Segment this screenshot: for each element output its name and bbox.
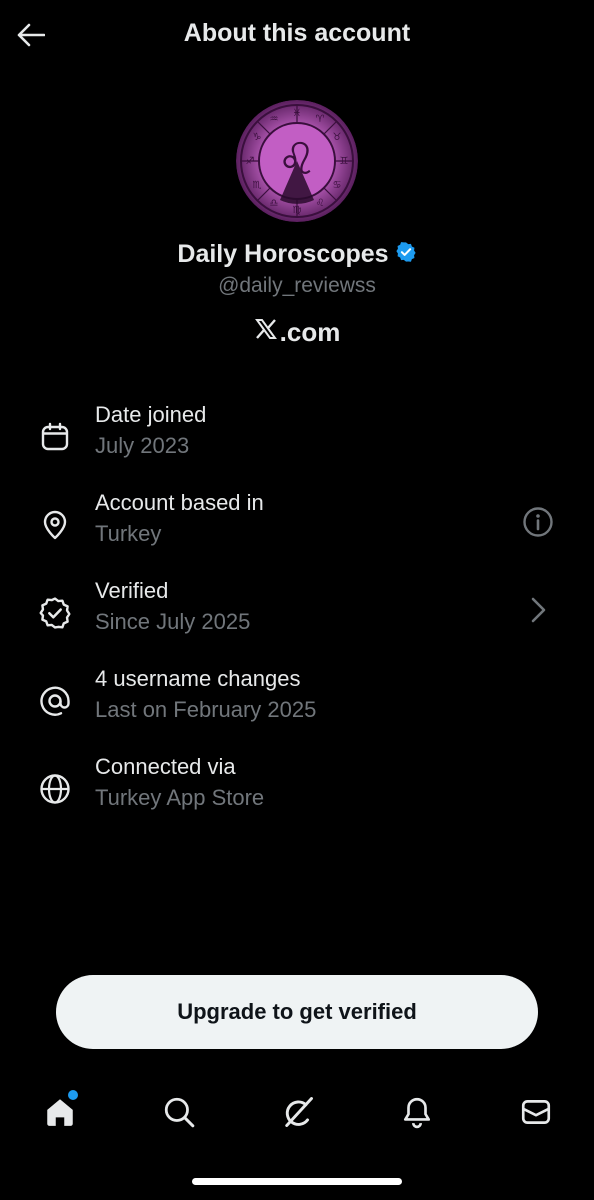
svg-text:♐: ♐ bbox=[246, 156, 255, 167]
notification-dot bbox=[68, 1090, 78, 1100]
verified-badge-icon bbox=[395, 241, 417, 268]
home-icon[interactable] bbox=[36, 1088, 84, 1136]
svg-text:♌: ♌ bbox=[277, 134, 316, 185]
detail-row-date-joined: Date joined July 2023 bbox=[0, 402, 594, 482]
search-icon[interactable] bbox=[155, 1088, 203, 1136]
x-domain: .com bbox=[0, 317, 594, 348]
svg-text:♑: ♑ bbox=[253, 132, 262, 143]
detail-value: Last on February 2025 bbox=[95, 697, 317, 722]
svg-text:♋: ♋ bbox=[333, 180, 342, 191]
svg-text:♒: ♒ bbox=[270, 114, 279, 125]
svg-text:♌: ♌ bbox=[316, 198, 325, 209]
svg-text:♎: ♎ bbox=[270, 198, 279, 209]
globe-icon bbox=[34, 768, 76, 810]
at-sign-icon bbox=[34, 680, 76, 722]
upgrade-button[interactable]: Upgrade to get verified bbox=[56, 975, 538, 1049]
home-indicator bbox=[192, 1178, 402, 1185]
detail-row-account-based-in: Account based in Turkey bbox=[0, 490, 594, 570]
profile-handle: @daily_reviewss bbox=[218, 274, 376, 297]
detail-value: Since July 2025 bbox=[95, 609, 251, 634]
detail-row-verified[interactable]: Verified Since July 2025 bbox=[0, 578, 594, 658]
svg-text:♊: ♊ bbox=[340, 156, 349, 167]
detail-label: Date joined bbox=[95, 402, 207, 427]
detail-label: 4 username changes bbox=[95, 666, 301, 691]
page-title: About this account bbox=[183, 19, 411, 47]
verified-badge-icon bbox=[34, 592, 76, 634]
x-logo-icon bbox=[254, 317, 278, 348]
header: About this account bbox=[0, 0, 594, 68]
svg-text:♈: ♈ bbox=[316, 114, 325, 125]
svg-text:♍: ♍ bbox=[293, 205, 302, 216]
location-pin-icon bbox=[34, 504, 76, 546]
detail-row-connected-via: Connected via Turkey App Store bbox=[0, 754, 594, 834]
grok-icon[interactable] bbox=[274, 1088, 322, 1136]
domain-text: .com bbox=[279, 317, 341, 347]
svg-text:♓: ♓ bbox=[293, 108, 302, 119]
detail-value: July 2023 bbox=[95, 433, 190, 458]
info-icon[interactable] bbox=[520, 504, 556, 540]
svg-text:♉: ♉ bbox=[333, 132, 342, 143]
detail-label: Account based in bbox=[95, 490, 264, 515]
calendar-icon bbox=[34, 416, 76, 458]
detail-value: Turkey bbox=[95, 521, 162, 546]
bottom-tab-bar bbox=[0, 1080, 594, 1144]
notifications-icon[interactable] bbox=[393, 1088, 441, 1136]
detail-label: Verified bbox=[95, 578, 169, 603]
messages-icon[interactable] bbox=[512, 1088, 560, 1136]
detail-row-username-changes: 4 username changes Last on February 2025 bbox=[0, 666, 594, 746]
profile-name-row: Daily Horoscopes bbox=[0, 240, 594, 269]
detail-label: Connected via bbox=[95, 754, 236, 779]
profile-name: Daily Horoscopes bbox=[177, 240, 389, 268]
svg-text:♏: ♏ bbox=[253, 180, 262, 191]
chevron-right-icon[interactable] bbox=[520, 592, 556, 628]
detail-value: Turkey App Store bbox=[95, 785, 265, 810]
avatar: ♌ ♓ ♈ ♉ ♊ ♋ ♌ ♍ ♎ ♏ ♐ ♑ ♒ bbox=[236, 100, 358, 222]
